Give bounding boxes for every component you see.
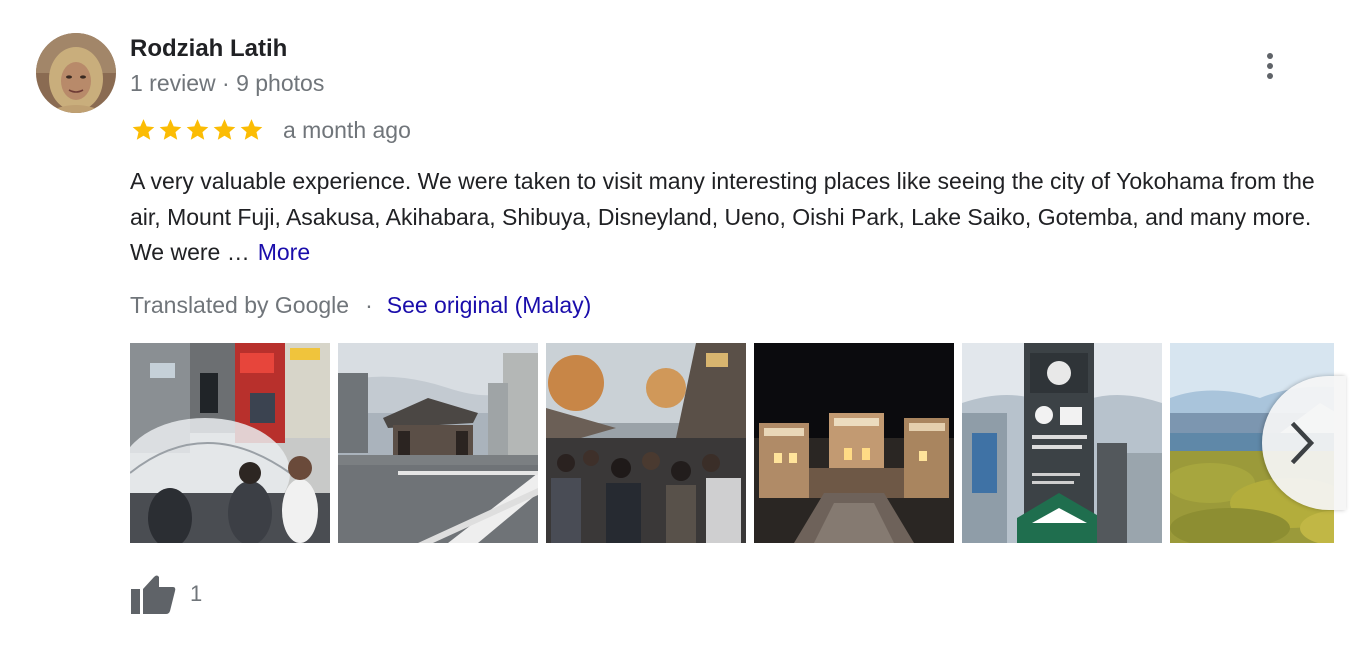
thumbs-up-icon: [131, 575, 176, 614]
review-photo-asakusa-crowd[interactable]: [546, 343, 746, 543]
translated-by-label: Translated by Google: [130, 292, 350, 318]
review-photo-shibuya-umbrella[interactable]: [130, 343, 330, 543]
reviewer-name[interactable]: Rodziah Latih: [130, 34, 287, 64]
more-vert-icon: [1267, 53, 1273, 59]
review-text: A very valuable experience. We were take…: [130, 164, 1330, 271]
more-vert-icon-dot: [1267, 73, 1273, 79]
star-icon: [159, 119, 182, 140]
more-link[interactable]: More: [258, 239, 310, 265]
star-rating: [130, 117, 265, 143]
star-icon: [186, 119, 209, 140]
star-icon: [132, 119, 155, 140]
star-icon: [240, 119, 263, 140]
review-date: a month ago: [283, 116, 411, 143]
like-row: 1: [130, 572, 202, 616]
more-vert-icon-dot: [1267, 63, 1273, 69]
rating-row: a month ago: [130, 115, 411, 145]
more-options-button[interactable]: [1250, 46, 1290, 86]
reviewer-meta: 1 review · 9 photos: [130, 70, 325, 96]
reviewer-avatar[interactable]: [36, 33, 116, 113]
photo-strip: [130, 343, 1334, 543]
review-photo-night-building[interactable]: [754, 343, 954, 543]
like-button[interactable]: [130, 572, 178, 616]
see-original-link[interactable]: See original (Malay): [387, 292, 592, 318]
star-icon: [213, 119, 236, 140]
like-count: 1: [190, 581, 203, 606]
review-photo-oishi-park-sign[interactable]: [962, 343, 1162, 543]
review-photo-temple-street[interactable]: [338, 343, 538, 543]
translation-row: Translated by Google · See original (Malay…: [130, 289, 591, 321]
chevron-right-icon: [1290, 422, 1315, 464]
separator-dot: ·: [365, 292, 373, 318]
